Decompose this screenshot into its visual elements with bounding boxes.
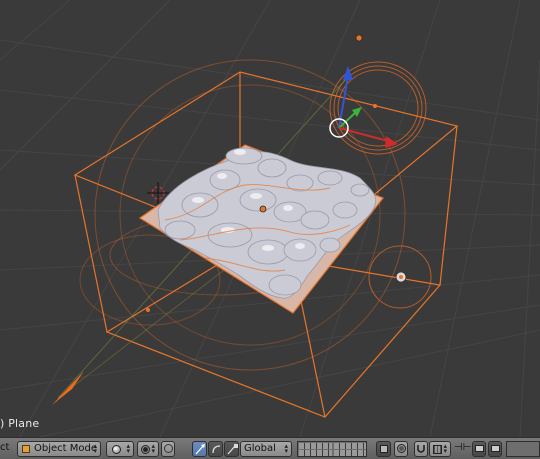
layer-buttons[interactable]: [297, 441, 367, 457]
dropdown-arrow-icon: ▴ ▾: [151, 442, 155, 455]
rotate-manipulator-button[interactable]: [208, 441, 223, 457]
transform-manipulator[interactable]: [329, 34, 398, 148]
z-axis-arrow[interactable]: [343, 66, 353, 80]
header-overflow[interactable]: [506, 441, 540, 457]
dropdown-arrow-icon: ▴ ▾: [93, 442, 97, 455]
layer-row-top-left[interactable]: [299, 443, 332, 449]
solid-sphere-icon: [112, 445, 121, 454]
snap-toggle-button[interactable]: [414, 441, 428, 457]
dropdown-arrow-icon: ▴ ▾: [443, 442, 447, 455]
proportional-edit-icon: [397, 444, 406, 453]
orientation-label: Global: [244, 443, 276, 454]
dropdown-arrow-icon: ▴ ▾: [284, 442, 288, 455]
snap-increment-icon: [433, 445, 442, 454]
manipulator-icon: [164, 444, 173, 453]
dropdown-arrow-icon: ▴ ▾: [126, 442, 130, 455]
mode-select[interactable]: Object Mode ▴ ▾: [17, 441, 101, 457]
fluid-mesh: [157, 147, 377, 299]
proportional-edit-button[interactable]: [394, 441, 408, 457]
render-button[interactable]: [472, 441, 486, 457]
scale-icon: [227, 444, 238, 455]
active-object-label: ) Plane: [0, 417, 40, 430]
translate-icon: [195, 444, 205, 455]
layer-row-bottom-right[interactable]: [334, 450, 366, 456]
render-image-icon: [475, 445, 484, 452]
manipulator-toggle[interactable]: [161, 441, 175, 457]
viewport-shading-select[interactable]: ▴ ▾: [106, 441, 134, 457]
snap-element-select[interactable]: ▴ ▾: [429, 441, 451, 457]
layer-row-bottom-left[interactable]: [299, 450, 332, 456]
translate-manipulator-button[interactable]: [192, 441, 207, 457]
rotate-icon: [212, 445, 221, 454]
transform-orientation-select[interactable]: Global ▴ ▾: [240, 441, 292, 457]
camera-origin: [146, 308, 150, 312]
render-animation-button[interactable]: [488, 441, 502, 457]
pivot-point-icon: [141, 445, 150, 454]
scene-canvas[interactable]: [0, 0, 540, 437]
camera-arrow: [52, 371, 84, 405]
object-origin[interactable]: [259, 205, 267, 213]
lock-camera-button[interactable]: [376, 441, 391, 457]
layer-lock-icon: [380, 445, 388, 453]
lamp-origin: [399, 275, 403, 279]
blender-window: ) Plane ct Object Mode ▴ ▾ ▴ ▾ ▴ ▾ Globa…: [0, 0, 540, 459]
3d-viewport[interactable]: ) Plane: [0, 0, 540, 437]
object-cube-icon: [22, 445, 30, 453]
header-left-label: ct: [0, 442, 10, 453]
mode-label: Object Mode: [34, 443, 97, 454]
viewport-header: ct Object Mode ▴ ▾ ▴ ▾ ▴ ▾ Global ▴ ▾ ▴ …: [0, 437, 540, 459]
scale-manipulator-button[interactable]: [224, 441, 239, 457]
pivot-point-select[interactable]: ▴ ▾: [137, 441, 159, 457]
magnet-icon: [417, 445, 425, 453]
snap-target-icon[interactable]: ⊣⊢: [454, 441, 471, 457]
render-animation-icon: [491, 445, 500, 452]
layer-row-top-right[interactable]: [334, 443, 366, 449]
